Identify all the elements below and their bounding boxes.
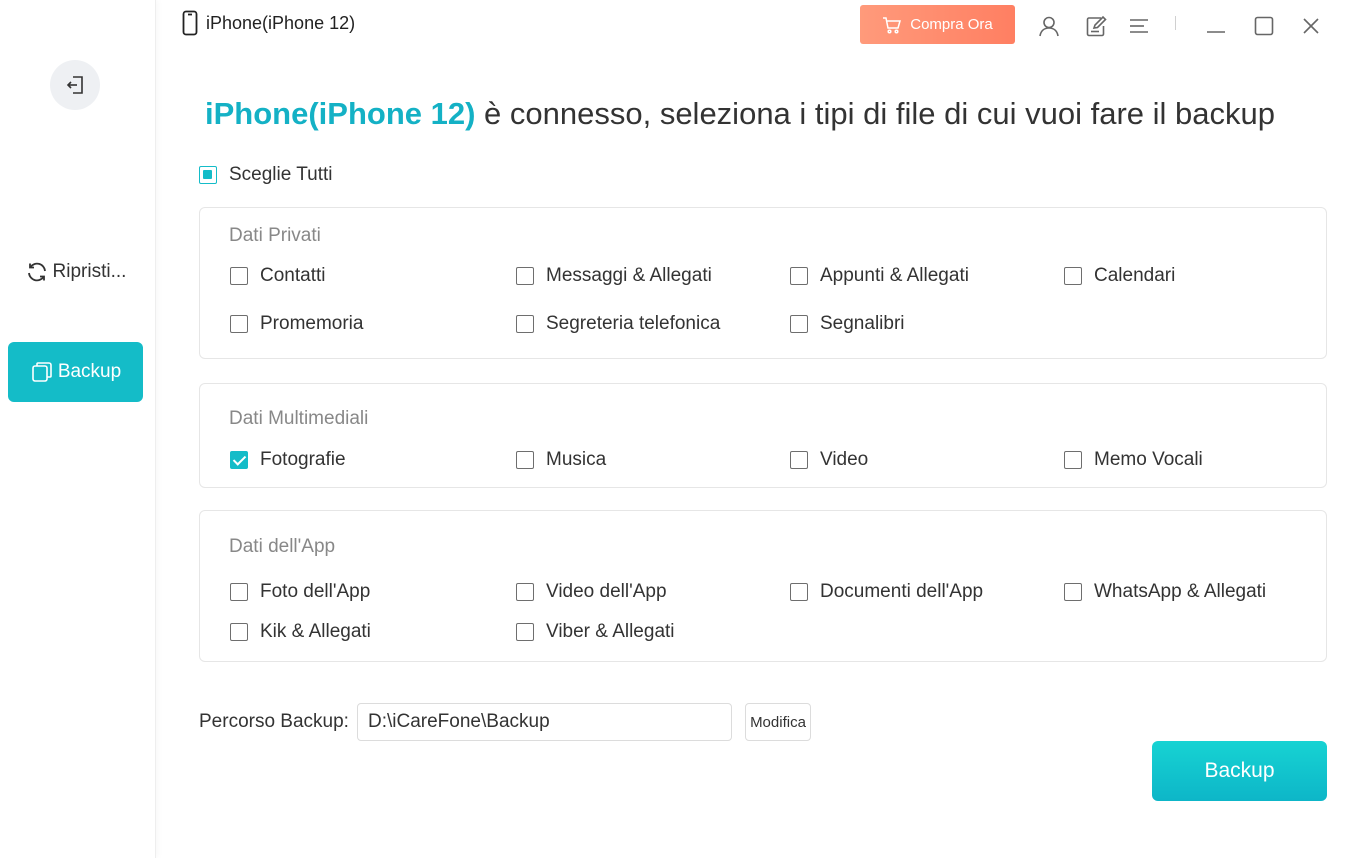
group-title: Dati Privati — [229, 225, 321, 246]
option-label: Viber & Allegati — [546, 621, 675, 642]
sidebar-item-label: Ripristi... — [52, 261, 127, 282]
option-checkbox[interactable] — [516, 583, 534, 601]
close-icon — [1303, 18, 1319, 34]
option-label: Promemoria — [260, 313, 364, 334]
option-checkbox[interactable] — [516, 451, 534, 469]
minimize-button[interactable] — [1204, 14, 1228, 38]
page-title-device: iPhone(iPhone 12) — [205, 96, 476, 131]
device-title: iPhone(iPhone 12) — [182, 10, 355, 36]
select-all-label: Sceglie Tutti — [229, 164, 333, 185]
option-label: Video — [820, 449, 869, 470]
option-reminders[interactable]: Promemoria — [230, 313, 363, 335]
select-all-box[interactable] — [199, 166, 217, 184]
select-all-checkbox[interactable]: Sceglie Tutti — [199, 164, 333, 186]
option-checkbox[interactable] — [790, 315, 808, 333]
option-app-documents[interactable]: Documenti dell'App — [790, 581, 983, 603]
option-label: Contatti — [260, 265, 326, 286]
menu-button[interactable] — [1127, 14, 1151, 38]
sidebar-item-restore[interactable]: Ripristi... — [8, 242, 143, 302]
option-label: Segreteria telefonica — [546, 313, 721, 334]
menu-icon — [1130, 19, 1148, 33]
option-kik[interactable]: Kik & Allegati — [230, 621, 371, 643]
option-checkbox[interactable] — [230, 451, 248, 469]
phone-icon — [182, 10, 198, 36]
group-private-data: Dati Privati Contatti Messaggi & Allegat… — [199, 207, 1327, 359]
group-title: Dati Multimediali — [229, 408, 369, 429]
option-checkbox[interactable] — [230, 315, 248, 333]
sidebar-item-label: Backup — [57, 361, 122, 382]
option-checkbox[interactable] — [516, 267, 534, 285]
option-viber[interactable]: Viber & Allegati — [516, 621, 675, 643]
option-checkbox[interactable] — [790, 451, 808, 469]
option-label: Memo Vocali — [1094, 449, 1203, 470]
option-checkbox[interactable] — [230, 623, 248, 641]
modify-path-button[interactable]: Modifica — [745, 703, 811, 741]
device-name: iPhone(iPhone 12) — [206, 12, 356, 33]
backup-icon — [32, 362, 52, 382]
option-voice-memos[interactable]: Memo Vocali — [1064, 449, 1203, 471]
minimize-icon — [1207, 31, 1225, 33]
backup-path-input[interactable] — [357, 703, 732, 741]
option-voicemail[interactable]: Segreteria telefonica — [516, 313, 720, 335]
page-title-text: è connesso, seleziona i tipi di file di … — [475, 96, 1275, 131]
backup-button[interactable]: Backup — [1152, 741, 1327, 801]
option-label: Appunti & Allegati — [820, 265, 969, 286]
option-app-photos[interactable]: Foto dell'App — [230, 581, 370, 603]
option-photos[interactable]: Fotografie — [230, 449, 346, 471]
option-messages[interactable]: Messaggi & Allegati — [516, 265, 712, 287]
option-checkbox[interactable] — [1064, 451, 1082, 469]
option-checkbox[interactable] — [230, 267, 248, 285]
option-app-videos[interactable]: Video dell'App — [516, 581, 667, 603]
option-label: Segnalibri — [820, 313, 905, 334]
group-media-data: Dati Multimediali Fotografie Musica Vide… — [199, 383, 1327, 488]
option-checkbox[interactable] — [1064, 267, 1082, 285]
option-label: WhatsApp & Allegati — [1094, 581, 1267, 602]
option-music[interactable]: Musica — [516, 449, 606, 471]
backup-path-label: Percorso Backup: — [199, 711, 349, 732]
user-icon — [1039, 16, 1059, 37]
group-title: Dati dell'App — [229, 536, 336, 557]
sidebar-item-backup[interactable]: Backup — [8, 342, 143, 402]
option-video[interactable]: Video — [790, 449, 868, 471]
exit-button[interactable] — [50, 60, 100, 110]
option-checkbox[interactable] — [790, 583, 808, 601]
exit-icon — [66, 76, 83, 94]
maximize-button[interactable] — [1252, 14, 1276, 38]
group-app-data: Dati dell'App Foto dell'App Video dell'A… — [199, 510, 1327, 662]
buy-now-button[interactable]: Compra Ora — [860, 5, 1015, 44]
option-bookmarks[interactable]: Segnalibri — [790, 313, 905, 335]
option-checkbox[interactable] — [230, 583, 248, 601]
option-label: Messaggi & Allegati — [546, 265, 712, 286]
page-title: iPhone(iPhone 12) è connesso, seleziona … — [205, 96, 1275, 132]
option-label: Video dell'App — [546, 581, 667, 602]
close-button[interactable] — [1299, 14, 1323, 38]
option-contacts[interactable]: Contatti — [230, 265, 325, 287]
edit-icon — [1086, 15, 1107, 37]
feedback-button[interactable] — [1084, 14, 1108, 38]
option-label: Fotografie — [260, 449, 346, 470]
refresh-icon — [27, 262, 46, 282]
option-checkbox[interactable] — [1064, 583, 1082, 601]
cart-icon — [883, 16, 902, 34]
option-whatsapp[interactable]: WhatsApp & Allegati — [1064, 581, 1266, 603]
option-checkbox[interactable] — [516, 315, 534, 333]
option-checkbox[interactable] — [516, 623, 534, 641]
maximize-icon — [1254, 16, 1274, 36]
option-checkbox[interactable] — [790, 267, 808, 285]
title-bar: iPhone(iPhone 12) Compra Ora — [156, 0, 1364, 58]
option-label: Foto dell'App — [260, 581, 371, 602]
option-notes[interactable]: Appunti & Allegati — [790, 265, 969, 287]
title-bar-separator — [1175, 16, 1176, 30]
buy-now-label: Compra Ora — [910, 16, 993, 33]
option-label: Calendari — [1094, 265, 1176, 286]
sidebar: Ripristi... Backup — [0, 0, 156, 858]
account-button[interactable] — [1037, 14, 1061, 38]
option-label: Kik & Allegati — [260, 621, 371, 642]
option-calendars[interactable]: Calendari — [1064, 265, 1175, 287]
option-label: Musica — [546, 449, 607, 470]
option-label: Documenti dell'App — [820, 581, 984, 602]
